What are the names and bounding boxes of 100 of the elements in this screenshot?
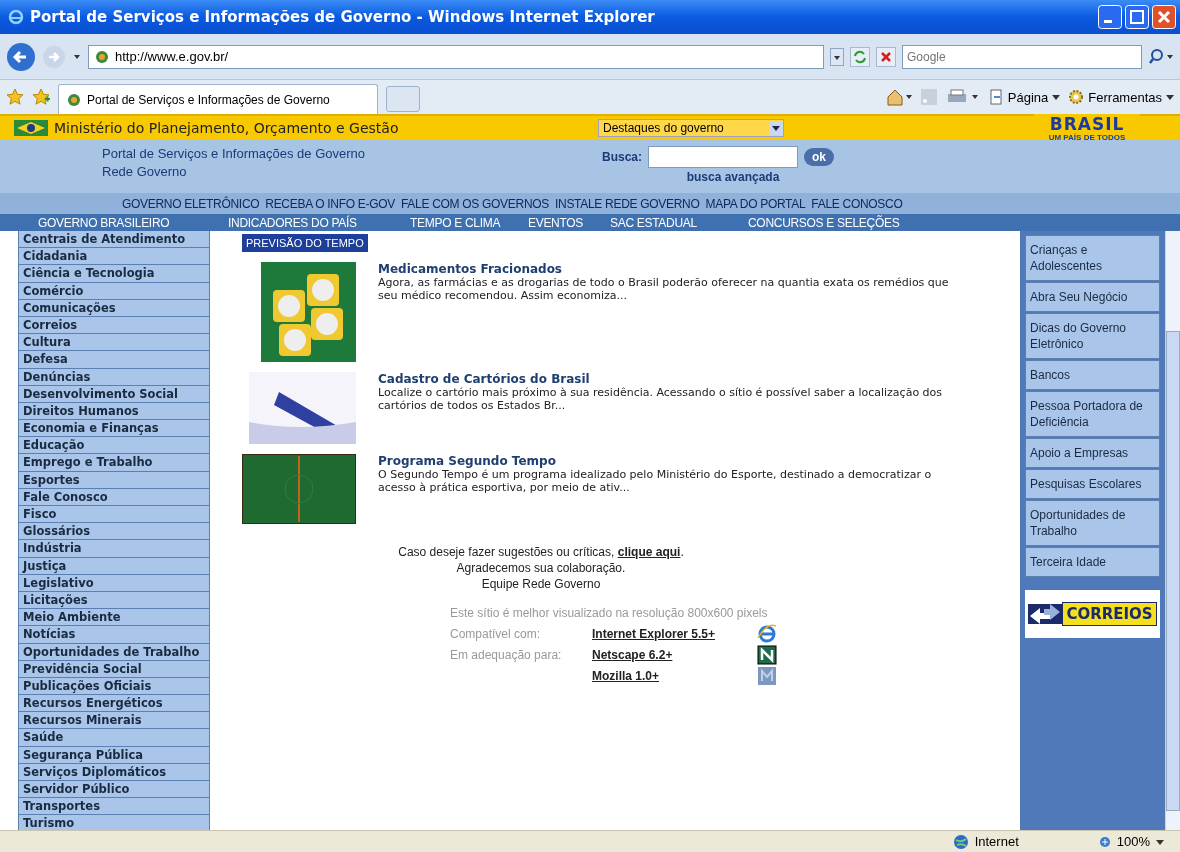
nav-link[interactable]: RECEBA O INFO E-GOV — [265, 196, 395, 211]
sidebar-item[interactable]: Cidadania — [18, 248, 210, 266]
caret-icon — [769, 121, 783, 135]
quick-link[interactable]: Oportunidades de Trabalho — [1025, 500, 1160, 546]
browser-link[interactable]: Mozilla 1.0+ — [592, 668, 757, 683]
maximize-button[interactable] — [1125, 5, 1149, 29]
zoom-button[interactable]: 100% — [1098, 834, 1164, 849]
caret-icon — [1156, 837, 1164, 846]
search-label: Busca: — [602, 150, 642, 164]
globe-icon — [95, 49, 109, 64]
stop-icon[interactable] — [876, 46, 896, 67]
compat-label: Compatível com: — [450, 626, 542, 641]
sidebar-item[interactable]: Glossários — [18, 523, 210, 541]
toolbar-menu[interactable]: Ferramentas — [1068, 89, 1174, 105]
quick-link[interactable]: Abra Seu Negócio — [1025, 282, 1160, 312]
address-field[interactable]: http://www.e.gov.br/ — [88, 44, 824, 69]
sidebar-item[interactable]: Cultura — [18, 334, 210, 352]
nav-link[interactable]: EVENTOS — [528, 215, 610, 230]
nav-link[interactable]: INSTALE REDE GOVERNO — [555, 196, 700, 211]
news-title-link[interactable]: Programa Segundo Tempo — [378, 454, 963, 468]
sidebar-item[interactable]: Notícias — [18, 626, 210, 644]
back-icon[interactable] — [6, 41, 36, 72]
close-button[interactable] — [1152, 5, 1176, 29]
sidebar-item[interactable]: Recursos Energéticos — [18, 695, 210, 713]
gear-icon — [1068, 89, 1085, 105]
sidebar-item[interactable]: Recursos Minerais — [18, 712, 210, 730]
highlights-dropdown[interactable]: Destaques do governo — [598, 119, 784, 137]
nav-link[interactable]: CONCURSOS E SELEÇÕES — [748, 215, 900, 230]
sidebar-item[interactable]: Ciência e Tecnologia — [18, 265, 210, 283]
sidebar-item[interactable]: Meio Ambiente — [18, 609, 210, 627]
quick-link[interactable]: Terceira Idade — [1025, 547, 1160, 577]
news-title-link[interactable]: Cadastro de Cartórios do Brasil — [378, 372, 963, 386]
home-icon[interactable] — [885, 88, 912, 106]
browser-link[interactable]: Internet Explorer 5.5+ — [592, 626, 757, 641]
nav-link[interactable]: INDICADORES DO PAÍS — [228, 215, 410, 230]
portal-title: Portal de Serviços e Informações de Governo — [102, 146, 367, 161]
sidebar-item[interactable]: Emprego e Trabalho — [18, 454, 210, 472]
section-label: PREVISÃO DO TEMPO — [242, 234, 368, 252]
zone-label: Internet — [974, 834, 1019, 849]
nav-link[interactable]: GOVERNO ELETRÔNICO — [122, 196, 260, 211]
sidebar-item[interactable]: Transportes — [18, 798, 210, 816]
search-field[interactable] — [648, 146, 798, 168]
resolution-note: Este sítio é melhor visualizado na resolução 800x600 pixels — [450, 606, 769, 620]
advanced-search-link[interactable]: busca avançada — [686, 170, 780, 184]
scrollbar[interactable] — [1165, 231, 1180, 830]
quick-link[interactable]: Crianças e Adolescentes — [1025, 235, 1160, 281]
page-icon — [987, 89, 1004, 105]
news-summary: O Segundo Tempo é um programa idealizado pelo Ministério do Esporte, destinado a democratizar o acesso à prática esportiva, por meio de ativ... — [378, 468, 933, 494]
caret-icon — [1166, 93, 1174, 101]
sidebar-item[interactable]: Centrais de Atendimento — [18, 231, 210, 249]
feedback-text: Caso deseje fazer sugestões ou críticas, clique aqui. — [398, 544, 684, 560]
refresh-icon[interactable] — [850, 46, 870, 67]
browser-logo-icon — [8, 9, 24, 25]
search-field[interactable]: Google — [902, 44, 1142, 69]
zoom-icon — [1098, 835, 1111, 848]
correios-banner[interactable]: CORREIOS — [1025, 590, 1160, 638]
sidebar-item[interactable]: Servidor Público — [18, 781, 210, 799]
thanks-text: Agradecemos sua colaboração. — [456, 560, 626, 576]
nav-link[interactable]: FALE CONOSCO — [811, 196, 903, 211]
nav-link[interactable]: FALE COM OS GOVERNOS — [400, 196, 549, 211]
arrows-icon — [1028, 604, 1063, 624]
flag-icon — [14, 120, 48, 136]
browser-tab[interactable]: Portal de Serviços e Informações de Governo — [58, 84, 378, 114]
quick-link[interactable]: Dicas do Governo Eletrônico — [1025, 313, 1160, 359]
nav-link[interactable]: SAC ESTADUAL — [610, 215, 748, 230]
ok-button[interactable]: ok — [804, 148, 835, 166]
dropdown-icon[interactable] — [830, 47, 844, 66]
caret-icon — [1052, 93, 1061, 101]
sidebar-item[interactable]: Educação — [18, 437, 210, 455]
window-title: Portal de Serviços e Informações de Governo - Windows Internet Explorer — [30, 8, 656, 26]
news-summary: Agora, as farmácias e as drogarias de todo o Brasil poderão oferecer na quantia exata os remédios que seu médico recomendou. Assim economiza... — [378, 276, 950, 302]
quick-link[interactable]: Apoio a Empresas — [1025, 438, 1160, 468]
team-text: Equipe Rede Governo — [481, 576, 601, 592]
sidebar-item[interactable]: Saúde — [18, 729, 210, 747]
news-title-link[interactable]: Medicamentos Fracionados — [378, 262, 963, 276]
sidebar-item[interactable]: Defesa — [18, 351, 210, 369]
sidebar-item[interactable]: Turismo — [18, 815, 210, 830]
add-favorite-icon[interactable] — [32, 88, 50, 106]
minimize-button[interactable] — [1098, 5, 1122, 29]
globe-icon — [67, 92, 81, 107]
globe-icon — [952, 833, 969, 850]
sidebar-item[interactable]: Fisco — [18, 506, 210, 524]
nav-link[interactable]: GOVERNO BRASILEIRO — [38, 215, 228, 230]
quick-link[interactable]: Pessoa Portadora de Deficiência — [1025, 391, 1160, 437]
browser-link[interactable]: Netscape 6.2+ — [592, 647, 757, 662]
nav-link[interactable]: MAPA DO PORTAL — [705, 196, 806, 211]
star-icon[interactable] — [6, 88, 24, 106]
quick-link[interactable]: Pesquisas Escolares — [1025, 469, 1160, 499]
scroll-thumb[interactable] — [1166, 331, 1180, 811]
quick-link[interactable]: Bancos — [1025, 360, 1160, 390]
toolbar-menu[interactable]: Página — [987, 89, 1061, 105]
browser-e-icon — [757, 623, 777, 644]
new-tab-button[interactable] — [386, 86, 420, 112]
compat-label: Em adequação para: — [450, 647, 563, 662]
n-letter-icon — [757, 644, 777, 665]
news-summary: Localize o cartório mais próximo à sua residência. Acessando o sítio é possível saber a localização dos cartórios de todos os Estados Br... — [378, 386, 944, 412]
sidebar-item[interactable]: Indústria — [18, 540, 210, 558]
sidebar-item[interactable]: Economia e Finanças — [18, 420, 210, 438]
nav-link[interactable]: TEMPO E CLIMA — [410, 215, 528, 230]
portal-subtitle: Rede Governo — [102, 164, 188, 179]
